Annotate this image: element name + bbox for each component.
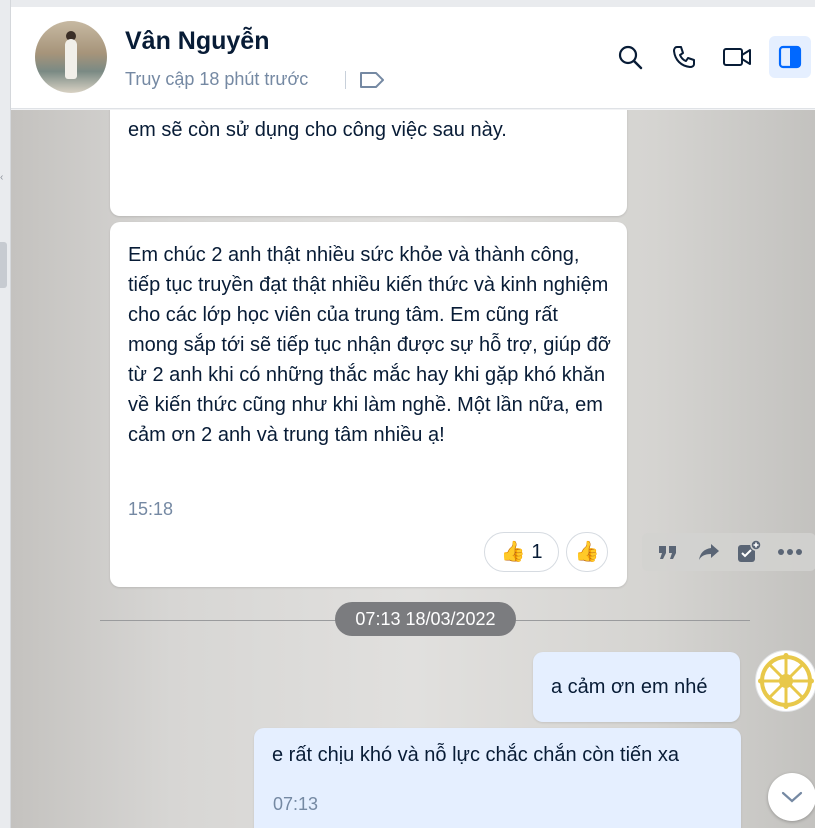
conversation-list-edge: ‹ <box>0 0 11 828</box>
top-strip <box>11 0 815 7</box>
thumbs-up-icon: 👍 <box>574 541 600 563</box>
status-separator <box>345 71 346 89</box>
reaction-badge[interactable]: 👍 1 <box>484 532 559 572</box>
sidebar-toggle-icon[interactable] <box>769 36 811 78</box>
quote-icon[interactable] <box>654 538 682 566</box>
tag-icon[interactable] <box>359 71 385 89</box>
message-text: Em chúc 2 anh thật nhiều sức khỏe và thà… <box>128 244 611 446</box>
message-bubble-sent[interactable]: a cảm ơn em nhé <box>533 652 740 722</box>
message-bubble-received[interactable]: Em chúc 2 anh thật nhiều sức khỏe và thà… <box>110 222 627 587</box>
reaction-count: 1 <box>531 541 543 563</box>
contact-avatar[interactable] <box>35 21 107 93</box>
add-reaction-button[interactable]: 👍 <box>566 532 608 572</box>
chat-area[interactable]: chúng em thật sự rất hay và bổ ích, chắc… <box>11 110 815 828</box>
message-bubble-sent[interactable]: e rất chịu khó và nỗ lực chắc chắn còn t… <box>254 728 741 828</box>
message-text: e rất chịu khó và nỗ lực chắc chắn còn t… <box>272 744 679 766</box>
message-text: chúng em thật sự rất hay và bổ ích, chắc… <box>128 110 599 141</box>
date-divider: 07:13 18/03/2022 <box>335 602 516 636</box>
contact-status: Truy cập 18 phút trước <box>125 69 309 89</box>
dharma-wheel-icon <box>758 653 814 709</box>
add-task-icon[interactable] <box>735 538 763 566</box>
message-bubble-received[interactable]: chúng em thật sự rất hay và bổ ích, chắc… <box>110 110 627 216</box>
thumbs-up-icon: 👍 <box>500 541 526 563</box>
scroll-to-bottom-button[interactable] <box>768 773 815 821</box>
contact-name[interactable]: Vân Nguyễn <box>125 27 269 56</box>
message-text: a cảm ơn em nhé <box>551 675 708 698</box>
phone-icon[interactable] <box>669 42 699 72</box>
more-options-icon[interactable] <box>776 538 804 566</box>
message-time: 15:18 <box>128 499 174 519</box>
video-call-icon[interactable] <box>722 42 752 72</box>
forward-icon[interactable] <box>695 538 723 566</box>
message-time: 07:13 <box>273 794 319 814</box>
chevron-down-icon <box>781 791 803 803</box>
selected-conversation-marker <box>0 242 7 288</box>
search-icon[interactable] <box>615 42 645 72</box>
message-actions-bar <box>642 533 815 571</box>
chat-header: Vân Nguyễn Truy cập 18 phút trước <box>11 7 815 109</box>
my-avatar[interactable] <box>755 650 815 712</box>
collapse-arrow-icon[interactable]: ‹ <box>0 172 3 183</box>
